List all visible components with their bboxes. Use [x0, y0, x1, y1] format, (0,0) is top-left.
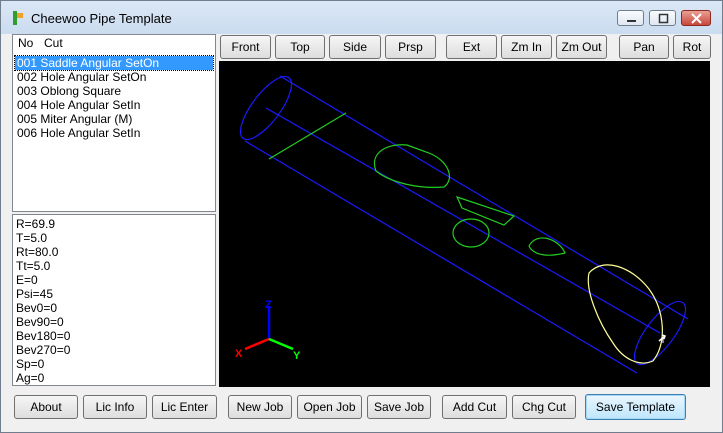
- param-ag: Ag=0: [16, 371, 45, 385]
- param-bev0: Bev0=0: [16, 301, 58, 315]
- cut-list-header: No Cut: [13, 35, 215, 52]
- save-template-button[interactable]: Save Template: [585, 394, 686, 420]
- cut-list-item[interactable]: 001 Saddle Angular SetOn: [14, 55, 214, 71]
- pan-button[interactable]: Pan: [619, 35, 669, 59]
- maximize-button[interactable]: [649, 10, 676, 26]
- miter-cut-line: [268, 112, 347, 160]
- maximize-icon: [658, 13, 669, 24]
- hole-angular-cut-outline: [528, 237, 566, 256]
- pipe-edge-bottom: [244, 140, 638, 374]
- zoom-in-button[interactable]: Zm In: [501, 35, 552, 59]
- open-job-button[interactable]: Open Job: [297, 395, 362, 419]
- close-button[interactable]: [681, 10, 711, 26]
- app-window: Cheewoo Pipe Template No Cut 001 Saddle …: [0, 0, 723, 433]
- license-info-button[interactable]: Lic Info: [83, 395, 147, 419]
- param-bev270: Bev270=0: [16, 343, 71, 357]
- zoom-out-button[interactable]: Zm Out: [556, 35, 607, 59]
- about-button[interactable]: About: [14, 395, 78, 419]
- app-icon: [13, 11, 23, 25]
- cut-list-item[interactable]: 004 Hole Angular SetIn: [15, 98, 140, 112]
- parameters-panel: R=69.9 T=5.0 Rt=80.0 Tt=5.0 E=0 Psi=45 B…: [12, 214, 216, 386]
- axis-label-x: X: [235, 348, 243, 360]
- param-t: T=5.0: [16, 231, 48, 245]
- add-cut-button[interactable]: Add Cut: [442, 395, 507, 419]
- pipe-drawing: Z X Y: [235, 75, 689, 374]
- change-cut-button[interactable]: Chg Cut: [512, 395, 576, 419]
- side-view-button[interactable]: Side: [329, 35, 381, 59]
- column-header-no[interactable]: No: [18, 36, 33, 50]
- top-view-button[interactable]: Top: [275, 35, 325, 59]
- cut-list-item[interactable]: 002 Hole Angular SetOn: [15, 70, 146, 84]
- cut-list-item[interactable]: 003 Oblong Square: [15, 84, 121, 98]
- license-enter-button[interactable]: Lic Enter: [152, 395, 217, 419]
- param-r: R=69.9: [16, 217, 56, 231]
- 3d-viewport[interactable]: Z X Y: [219, 61, 710, 387]
- param-psi: Psi=45: [16, 287, 54, 301]
- param-bev180: Bev180=0: [16, 329, 71, 343]
- new-job-button[interactable]: New Job: [228, 395, 292, 419]
- param-rt: Rt=80.0: [16, 245, 59, 259]
- axis-label-y: Y: [293, 350, 301, 362]
- hole-cut-outline: [452, 218, 490, 248]
- axis-label-z: Z: [265, 299, 272, 311]
- minimize-button[interactable]: [617, 10, 644, 26]
- axis-triad: Z X Y: [235, 299, 301, 362]
- column-header-cut[interactable]: Cut: [44, 36, 63, 50]
- front-view-button[interactable]: Front: [220, 35, 271, 59]
- cut-list-item[interactable]: 006 Hole Angular SetIn: [15, 126, 140, 140]
- cut-list-item[interactable]: 005 Miter Angular (M): [15, 112, 132, 126]
- selected-cut-outline: [587, 264, 663, 364]
- title-bar: Cheewoo Pipe Template: [1, 1, 722, 34]
- oblong-cut-outline: [455, 195, 516, 226]
- param-e: E=0: [16, 273, 38, 287]
- param-sp: Sp=0: [16, 357, 45, 371]
- param-bev90: Bev90=0: [16, 315, 64, 329]
- saddle-cut-outline: [373, 144, 450, 188]
- minimize-icon: [627, 20, 636, 22]
- rotate-button[interactable]: Rot: [673, 35, 711, 59]
- cut-list[interactable]: No Cut 001 Saddle Angular SetOn 002 Hole…: [12, 34, 216, 212]
- perspective-view-button[interactable]: Prsp: [385, 35, 436, 59]
- close-icon: [691, 13, 702, 24]
- save-job-button[interactable]: Save Job: [367, 395, 431, 419]
- extents-button[interactable]: Ext: [446, 35, 497, 59]
- param-tt: Tt=5.0: [16, 259, 51, 273]
- window-title: Cheewoo Pipe Template: [31, 11, 172, 26]
